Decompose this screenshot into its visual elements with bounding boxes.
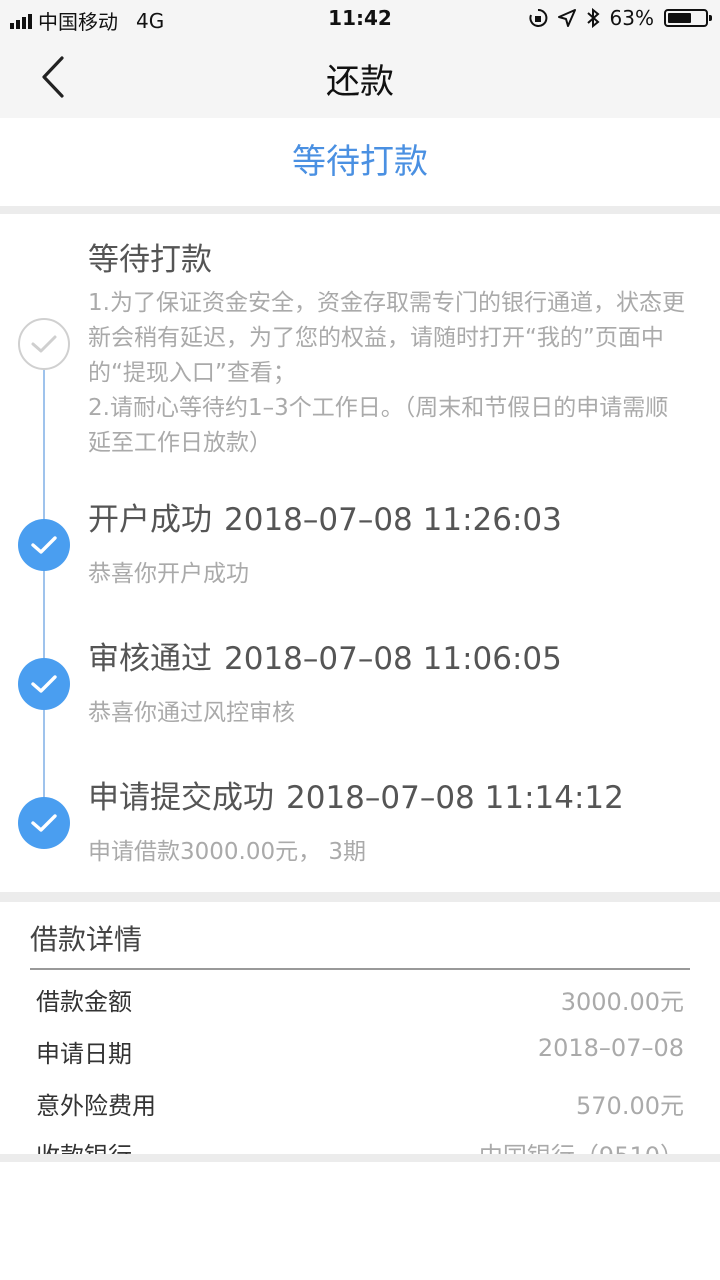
detail-value: 2018–07–08 [537, 1034, 684, 1062]
detail-label: 意外险费用 [36, 1092, 156, 1120]
detail-value: 570.00元 [576, 1092, 684, 1120]
status-right: 63% [528, 6, 712, 30]
step-title-account-opened: 开户成功 2018–07–08 11:26:03 [88, 494, 562, 539]
section-divider [0, 206, 720, 214]
nav-bar: 还款 [0, 36, 720, 118]
step-desc-waiting: 1.为了保证资金安全，资金存取需专门的银行通道，状态更新会稍有延迟，为了您的权益… [88, 286, 688, 461]
progress-timeline: 等待打款 1.为了保证资金安全，资金存取需专门的银行通道，状态更新会稍有延迟，为… [0, 214, 720, 892]
detail-row: 意外险费用 570.00元 [36, 1086, 684, 1126]
bluetooth-icon [586, 8, 600, 28]
completed-check-icon [18, 797, 70, 849]
detail-label: 收款银行 [36, 1136, 132, 1154]
step-title-text: 审核通过 [88, 641, 212, 677]
battery-percent: 63% [609, 6, 654, 30]
step-desc-line: 1.为了保证资金安全，资金存取需专门的银行通道，状态更新会稍有延迟，为了您的权益… [88, 290, 685, 386]
step-title-waiting: 等待打款 [88, 234, 212, 279]
step-desc-line: 恭喜你通过风控审核 [88, 700, 295, 726]
step-timestamp: 2018–07–08 11:06:05 [224, 641, 562, 677]
step-title-review-passed: 审核通过 2018–07–08 11:06:05 [88, 633, 562, 678]
detail-value: 3000.00元 [560, 988, 684, 1016]
step-timestamp: 2018–07–08 11:14:12 [286, 780, 624, 816]
loan-details: 借款详情 借款金额 3000.00元 申请日期 2018–07–08 意外险费用… [0, 902, 720, 1154]
details-divider [30, 968, 690, 970]
step-desc-account-opened: 恭喜你开户成功 [88, 557, 688, 592]
battery-icon [664, 9, 712, 27]
location-icon [557, 9, 576, 27]
step-desc-line: 恭喜你开户成功 [88, 561, 249, 587]
detail-row: 借款金额 3000.00元 [36, 982, 684, 1022]
detail-label: 借款金额 [36, 988, 132, 1016]
detail-value: 中国银行（9510） [479, 1136, 684, 1154]
pending-check-icon [18, 318, 70, 370]
section-divider [0, 892, 720, 902]
detail-row: 收款银行 中国银行（9510） [36, 1136, 684, 1154]
details-title: 借款详情 [30, 923, 143, 956]
step-title-text: 等待打款 [88, 242, 212, 278]
page-title: 还款 [326, 62, 394, 102]
completed-check-icon [18, 658, 70, 710]
step-title-text: 开户成功 [88, 502, 212, 538]
step-title-application-submitted: 申请提交成功 2018–07–08 11:14:12 [88, 772, 624, 817]
step-timestamp: 2018–07–08 11:26:03 [224, 502, 562, 538]
timeline-line [43, 344, 45, 824]
step-desc-line: 2.请耐心等待约1–3个工作日。（周末和节假日的申请需顺延至工作日放款） [88, 395, 669, 456]
step-desc-line: 申请借款3000.00元， 3期 [88, 839, 367, 865]
section-divider [0, 1154, 720, 1162]
status-bar: 中国移动 4G 11:42 63% [0, 0, 720, 36]
step-desc-application-submitted: 申请借款3000.00元， 3期 [88, 835, 688, 870]
completed-check-icon [18, 519, 70, 571]
step-desc-review-passed: 恭喜你通过风控审核 [88, 696, 688, 731]
orientation-lock-icon [529, 8, 547, 27]
battery-fill [668, 13, 691, 23]
step-title-text: 申请提交成功 [88, 780, 274, 816]
detail-row: 申请日期 2018–07–08 [36, 1034, 684, 1074]
status-banner: 等待打款 [0, 118, 720, 206]
detail-label: 申请日期 [36, 1040, 132, 1068]
